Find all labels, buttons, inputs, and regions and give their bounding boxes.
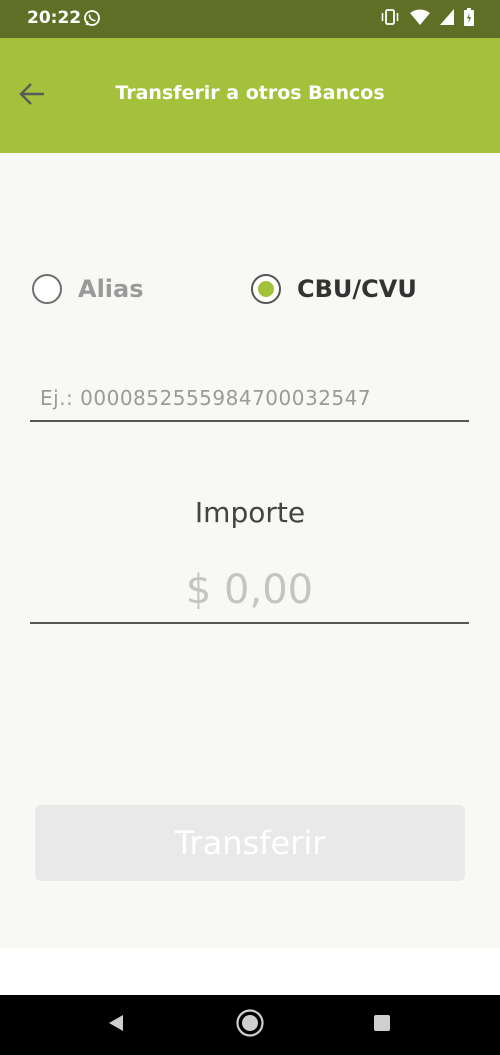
screen: 20:22 Transferir a otros Bancos Alias CB…	[0, 0, 500, 1055]
nav-back-icon	[106, 1013, 126, 1037]
cbu-radio-option[interactable]: CBU/CVU	[251, 269, 417, 309]
amount-label: Importe	[194, 496, 306, 529]
nav-recents-button[interactable]	[364, 1007, 400, 1043]
app-bar: Transferir a otros Bancos	[0, 38, 500, 153]
alias-radio-option[interactable]: Alias	[32, 269, 144, 309]
alias-radio-button[interactable]	[32, 274, 62, 304]
alias-radio-label[interactable]: Alias	[78, 275, 144, 303]
status-icons	[380, 8, 474, 30]
wifi-icon	[410, 9, 430, 29]
nav-recents-icon	[373, 1014, 391, 1036]
vibrate-icon	[380, 8, 400, 30]
signal-icon	[440, 9, 454, 29]
cbu-radio-label[interactable]: CBU/CVU	[297, 275, 417, 303]
status-bar: 20:22	[0, 0, 500, 38]
radio-selected-dot	[258, 281, 274, 297]
cbu-radio-button[interactable]	[251, 274, 281, 304]
system-nav-bar	[0, 995, 500, 1055]
cbu-input[interactable]	[30, 375, 469, 422]
nav-back-button[interactable]	[98, 1007, 134, 1043]
status-time: 20:22	[27, 8, 82, 28]
nav-home-icon	[235, 1008, 265, 1042]
amount-input[interactable]	[30, 558, 469, 624]
transfer-form: Alias CBU/CVU Importe Transferir	[0, 153, 500, 948]
transfer-button[interactable]: Transferir	[35, 805, 465, 881]
battery-icon	[464, 8, 474, 30]
page-title: Transferir a otros Bancos	[115, 82, 385, 104]
nav-home-button[interactable]	[232, 1007, 268, 1043]
whatsapp-icon	[83, 9, 101, 27]
